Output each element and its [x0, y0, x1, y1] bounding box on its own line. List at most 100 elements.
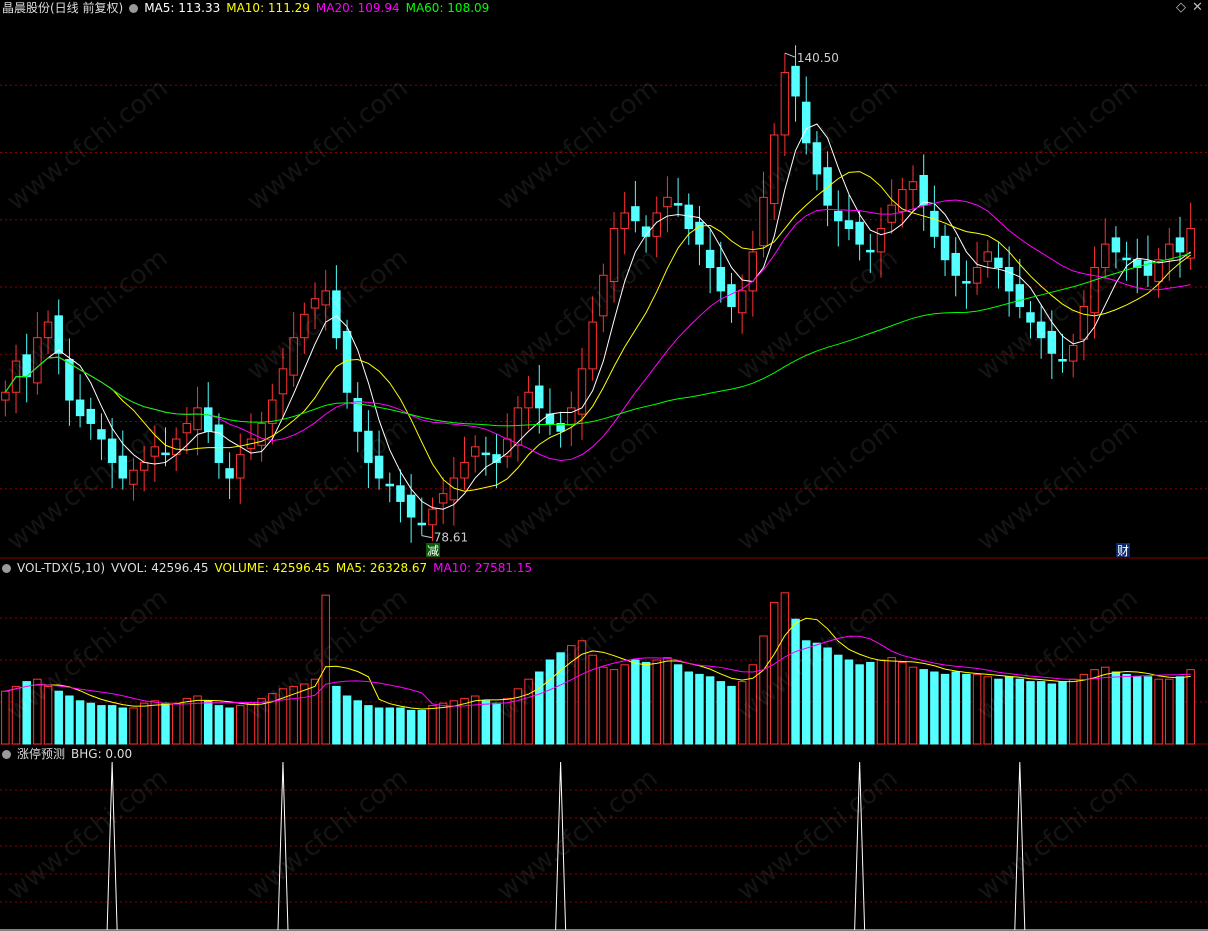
candle-body — [823, 167, 832, 206]
candle-body — [118, 455, 128, 479]
volume-bar — [481, 700, 491, 745]
candle-body — [620, 212, 629, 230]
volume-bar — [652, 659, 661, 745]
volume-bar — [1079, 673, 1089, 745]
volume-bar — [994, 678, 1003, 745]
volume-bar — [118, 707, 128, 745]
candle-body — [866, 249, 875, 253]
candle-body — [930, 210, 939, 237]
volume-bar — [812, 642, 822, 745]
candle-body — [332, 290, 341, 339]
volume-bar — [1, 690, 10, 745]
volume-bar — [310, 678, 320, 745]
candle-body — [225, 468, 234, 479]
volume-bar — [182, 697, 192, 745]
ma20-line — [4, 199, 1191, 461]
volume-bar — [684, 671, 694, 745]
volume-bar — [1090, 669, 1099, 745]
candle-body — [75, 399, 85, 417]
volume-bar — [257, 697, 266, 745]
candle-body — [599, 274, 608, 317]
candle-body — [65, 359, 74, 401]
volume-bar — [470, 695, 480, 745]
candle-body — [855, 221, 864, 245]
candle-body — [374, 455, 384, 479]
volume-bar — [214, 705, 224, 745]
candle-body — [22, 354, 31, 378]
volume-bar — [705, 676, 715, 745]
candle-body — [1047, 330, 1057, 354]
candle-body — [385, 483, 395, 487]
volume-bar — [65, 695, 74, 745]
candle-body — [43, 321, 53, 339]
volume-bar — [1143, 676, 1153, 745]
candle-body — [438, 493, 448, 504]
candle-body — [161, 452, 170, 456]
volume-bar — [801, 640, 811, 745]
candle-body — [844, 220, 854, 230]
candle-body — [1175, 237, 1185, 253]
volume-bar — [524, 678, 533, 745]
volume-bar — [930, 671, 939, 745]
volume-bar — [97, 705, 106, 745]
candle-body — [33, 337, 42, 384]
candle-body — [1090, 267, 1099, 314]
volume-bar — [535, 671, 544, 745]
volume-bar — [171, 702, 181, 745]
marker-left: 减 — [427, 544, 439, 558]
volume-bar — [129, 707, 138, 745]
volume-bar — [1047, 683, 1057, 745]
candle-body — [791, 65, 800, 97]
volume-bar — [332, 685, 341, 745]
candle-body — [898, 189, 907, 212]
volume-bar — [385, 707, 395, 745]
volume-bar — [844, 659, 854, 745]
volume-bar — [342, 695, 352, 745]
volume-bar — [609, 669, 619, 745]
volume-bar — [663, 657, 672, 745]
volume-bar — [737, 681, 747, 745]
candle-body — [481, 452, 491, 456]
volume-bar — [321, 594, 330, 745]
volume-bar — [972, 673, 982, 745]
candle-body — [1068, 344, 1078, 362]
candle-body — [972, 267, 982, 284]
volume-bar — [353, 700, 362, 745]
volume-bar — [236, 705, 245, 745]
volume-bar — [11, 685, 21, 745]
candle-body — [97, 429, 106, 440]
candle-body — [631, 206, 640, 222]
candle-body — [129, 469, 138, 485]
ma10-line — [4, 171, 1191, 492]
candle-body — [769, 134, 779, 205]
candle-body — [919, 175, 928, 206]
volume-bar — [887, 657, 896, 745]
volume-bar — [695, 673, 704, 745]
volume-bar — [823, 647, 832, 745]
volume-bar — [951, 671, 960, 745]
volume-bar — [1068, 678, 1078, 745]
volume-bar — [246, 702, 256, 745]
volume-bar — [876, 659, 886, 745]
candle-body — [908, 181, 918, 191]
candle-body — [54, 315, 63, 354]
candle-body — [203, 407, 213, 432]
volume-bar — [769, 601, 779, 745]
volume-bar — [161, 702, 170, 745]
candle-body — [417, 522, 427, 526]
volume-bar — [631, 659, 640, 745]
volume-bar — [983, 676, 993, 745]
stock-chart[interactable]: 140.50 78.61减 财 — [0, 0, 1208, 931]
volume-bar — [1004, 676, 1014, 745]
candle-body — [278, 368, 288, 395]
candle-body — [962, 281, 971, 284]
candle-body — [994, 257, 1003, 269]
candle-body — [940, 235, 950, 261]
volume-bar — [919, 669, 928, 745]
volume-bar — [940, 673, 950, 745]
candle-body — [460, 461, 469, 479]
candle-body — [396, 485, 405, 502]
candle-body — [139, 461, 149, 471]
volume-bar — [54, 690, 63, 745]
volume-bar — [300, 683, 309, 745]
